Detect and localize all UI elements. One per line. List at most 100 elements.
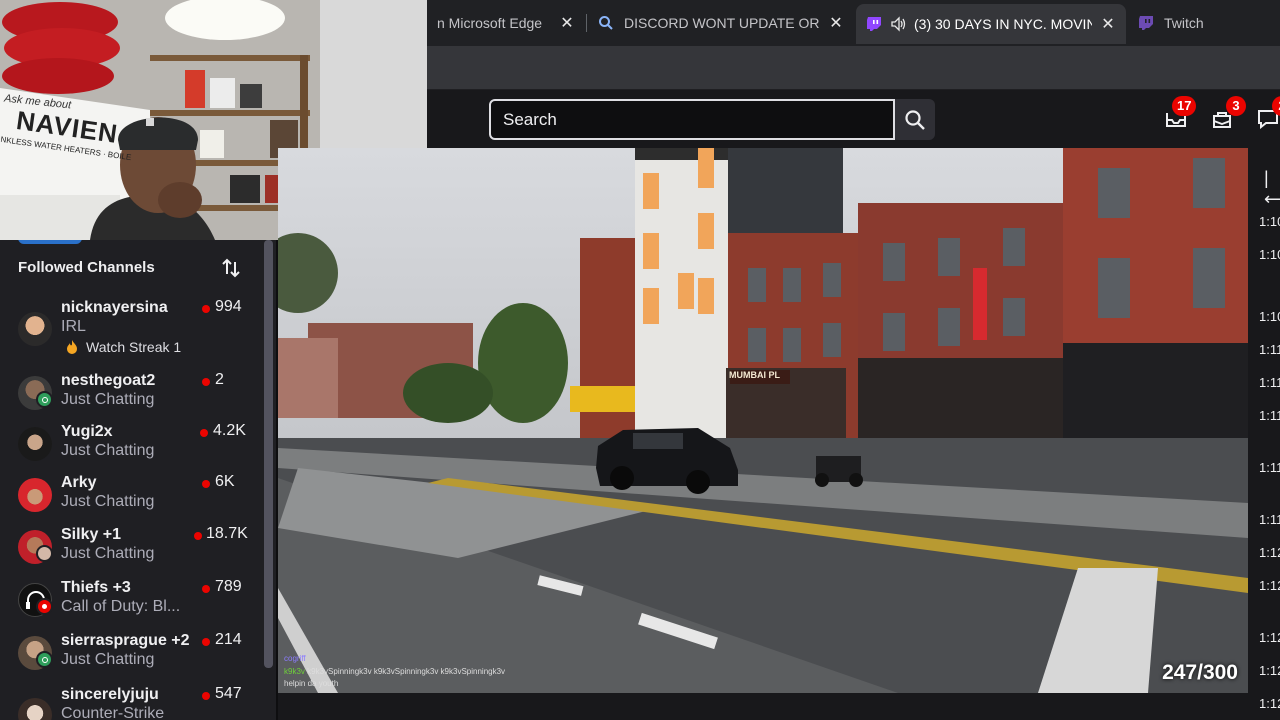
- channel-category: IRL: [61, 318, 86, 335]
- chat-timestamp: 1:12: [1259, 545, 1280, 560]
- live-indicator: [202, 305, 210, 313]
- channel-name: nesthegoat2: [61, 372, 156, 389]
- chat-timestamp: 1:12: [1259, 696, 1280, 711]
- sidebar-item-yugi2x[interactable]: Yugi2x Just Chatting 4.2K: [0, 421, 264, 471]
- sidebar-item-silky[interactable]: Silky +1 Just Chatting 18.7K: [0, 524, 264, 574]
- viewer-count: 789: [215, 578, 242, 595]
- close-icon[interactable]: ✕: [828, 13, 844, 33]
- sidebar-item-arky[interactable]: Arky Just Chatting 6K: [0, 472, 264, 522]
- live-indicator: [202, 585, 210, 593]
- overlay-chat-line: cogriff: [284, 654, 306, 663]
- search-icon: [905, 109, 925, 130]
- sidebar-item-sincerelyjuju[interactable]: sincerelyjuju Counter-Strike 547: [0, 684, 264, 720]
- chat-timestamp: 1:12: [1259, 630, 1280, 645]
- chat-message: k9k3vSpinningk3v k9k3vSpinningk3v k9k3vS…: [307, 667, 506, 676]
- street-scene: [278, 148, 1248, 693]
- guest-star-badge: [36, 391, 53, 408]
- channel-category: Call of Duty: Bl...: [61, 598, 181, 615]
- live-indicator: [202, 480, 210, 488]
- player-controls-bar[interactable]: [278, 693, 1248, 720]
- viewer-count: 214: [215, 631, 242, 648]
- flame-icon: [67, 340, 77, 354]
- live-badge: [36, 598, 53, 615]
- channel-name: Thiefs +3: [61, 579, 131, 596]
- viewer-count: 2: [215, 371, 224, 388]
- tab-twitch[interactable]: Twitch: [1128, 0, 1280, 46]
- drops-badge: 3: [1226, 96, 1246, 116]
- channel-name: Yugi2x: [61, 423, 113, 440]
- live-indicator: [202, 638, 210, 646]
- twitch-icon: [1139, 16, 1153, 30]
- chat-username: k9k3v: [284, 667, 305, 676]
- avatar: [18, 478, 52, 512]
- tab-title: Twitch: [1164, 15, 1204, 31]
- address-bar[interactable]: [427, 46, 1280, 90]
- channel-name: Arky: [61, 474, 97, 491]
- channel-category: Just Chatting: [61, 545, 155, 562]
- sidebar-heading: Followed Channels: [18, 259, 155, 276]
- co-streamer-avatar: [36, 545, 53, 562]
- live-indicator: [194, 532, 202, 540]
- chat-timestamp: 1:12: [1259, 578, 1280, 593]
- tab-microsoft-edge[interactable]: n Microsoft Edge ✕: [427, 0, 585, 46]
- sidebar-scrollbar[interactable]: [264, 240, 273, 668]
- chat-timestamp: 1:10: [1259, 309, 1280, 324]
- avatar: [18, 427, 52, 461]
- inbox-badge: 17: [1172, 96, 1197, 116]
- chat-timestamp: 1:11: [1259, 375, 1280, 390]
- guest-star-badge: [36, 651, 53, 668]
- channel-name: nicknayersina: [61, 299, 168, 316]
- twitch-icon: [867, 17, 881, 31]
- channel-category: Just Chatting: [61, 442, 155, 459]
- tab-separator: [586, 14, 587, 32]
- chat-timestamp: 1:11: [1259, 460, 1280, 475]
- channel-category: Just Chatting: [61, 493, 155, 510]
- stream-video[interactable]: MUMBAI PL cogriff k9k3v k9k3vSpinningk3v…: [278, 148, 1248, 693]
- live-indicator: [202, 378, 210, 386]
- viewer-count: 994: [215, 298, 242, 315]
- chat-timestamp: 1:11: [1259, 512, 1280, 527]
- tab-discord-search[interactable]: DISCORD WONT UPDATE OR STAR ✕: [588, 0, 854, 46]
- tab-twitch-stream[interactable]: (3) 30 DAYS IN NYC. MOVING ✕: [856, 4, 1126, 44]
- sidebar-item-sierrasprague[interactable]: sierrasprague +2 Just Chatting 214: [0, 630, 264, 680]
- overlay-chat-line: helpin da youth: [284, 679, 338, 688]
- avatar: [18, 312, 52, 346]
- viewer-count: 6K: [215, 473, 235, 490]
- watch-streak-label: Watch Streak 1: [86, 339, 182, 355]
- chat-timestamp: 1:12: [1259, 663, 1280, 678]
- viewer-count: 4.2K: [213, 422, 246, 439]
- viewer-count: 547: [215, 685, 242, 702]
- store-sign: MUMBAI PL: [729, 370, 780, 380]
- live-indicator: [200, 429, 208, 437]
- channel-category: Just Chatting: [61, 651, 155, 668]
- goal-counter: 247/300: [1162, 661, 1238, 684]
- channel-name: Silky +1: [61, 526, 122, 543]
- sidebar-item-nicknayersina[interactable]: nicknayersina IRL Watch Streak 1 994: [0, 297, 264, 363]
- chat-timestamp: 1:10: [1259, 214, 1280, 229]
- channel-name: sierrasprague +2: [61, 632, 190, 649]
- chat-timestamp: 1:11: [1259, 408, 1280, 423]
- close-icon[interactable]: ✕: [1100, 14, 1116, 34]
- chat-panel: |⟵ 1:10 1:10 1:10 1:11 1:11 1:11 1:11 1:…: [1248, 148, 1280, 720]
- sidebar-item-nesthegoat2[interactable]: nesthegoat2 Just Chatting 2: [0, 370, 264, 420]
- channel-name: sincerelyjuju: [61, 686, 159, 703]
- search-icon: [599, 16, 613, 30]
- chat-username: cogriff: [284, 654, 306, 663]
- chat-message: helpin da youth: [284, 679, 339, 688]
- chat-timestamp: 1:11: [1259, 342, 1280, 357]
- channel-category: Just Chatting: [61, 391, 155, 408]
- live-indicator: [202, 692, 210, 700]
- search-input[interactable]: Search: [489, 99, 895, 140]
- sidebar-item-thiefs[interactable]: Thiefs +3 Call of Duty: Bl... 789: [0, 577, 264, 627]
- speaker-icon[interactable]: [890, 16, 906, 32]
- tab-title: DISCORD WONT UPDATE OR STAR: [624, 15, 820, 31]
- search-button[interactable]: [895, 99, 935, 140]
- overlay-chat-line: k9k3v k9k3vSpinningk3v k9k3vSpinningk3v …: [284, 667, 505, 676]
- tab-title: (3) 30 DAYS IN NYC. MOVING: [914, 16, 1092, 32]
- sidebar-partial-icon: [18, 240, 82, 244]
- tab-title: n Microsoft Edge: [437, 15, 543, 31]
- sort-icon[interactable]: [220, 257, 242, 279]
- close-icon[interactable]: ✕: [559, 13, 575, 33]
- followed-channels-sidebar: Followed Channels nicknayersina IRL Watc…: [0, 240, 276, 720]
- collapse-chat-icon[interactable]: |⟵: [1264, 168, 1280, 210]
